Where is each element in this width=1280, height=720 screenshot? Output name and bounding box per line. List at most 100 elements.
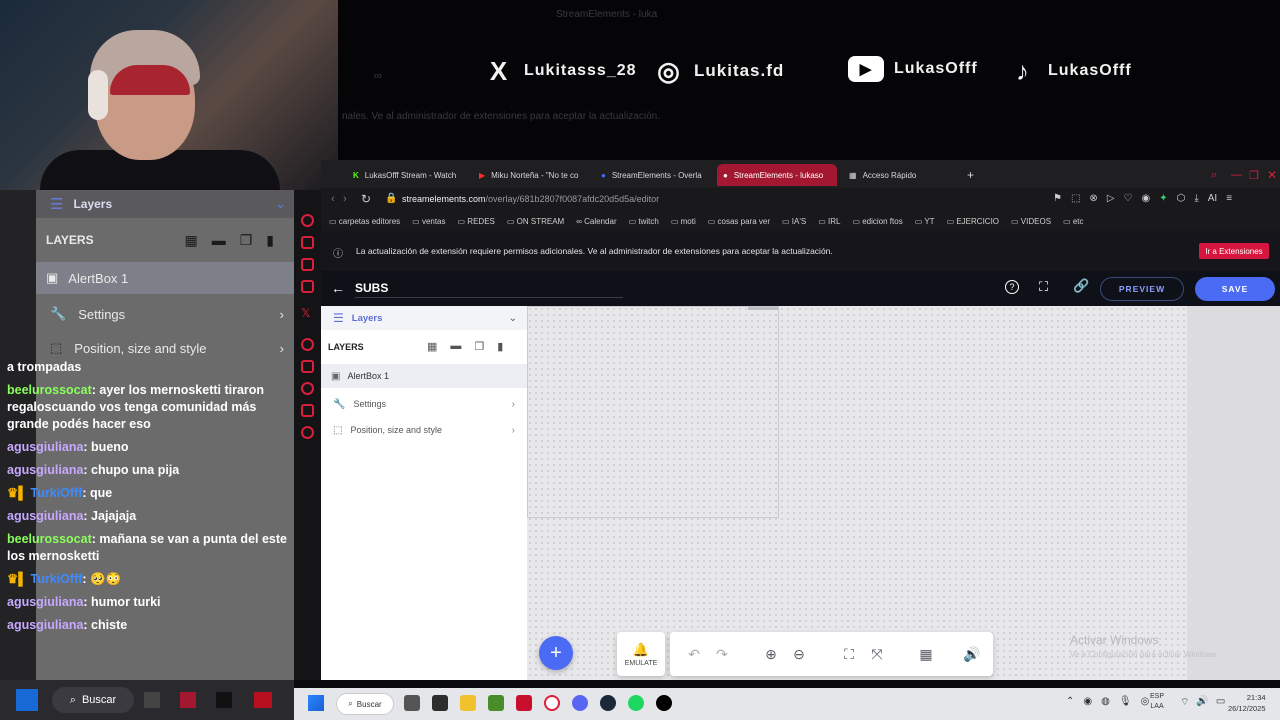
bookmark-item[interactable]: ▭ twitch bbox=[629, 217, 659, 226]
box-icon[interactable] bbox=[301, 360, 314, 373]
language-indicator[interactable]: ESP LAA bbox=[1150, 692, 1164, 712]
layers-panel-header[interactable]: ☰ Layers ⌄ bbox=[321, 306, 527, 330]
bookmark-item[interactable]: ▭ REDES bbox=[458, 217, 495, 226]
flag-icon[interactable] bbox=[301, 404, 314, 417]
tab-miku-nortena[interactable]: ▶ Miku Norteña - "No te co bbox=[473, 164, 585, 186]
star-extension-icon[interactable]: ✦ bbox=[1159, 193, 1167, 204]
overlay-title[interactable]: SUBS bbox=[355, 281, 388, 295]
alertbox-widget-frame[interactable] bbox=[527, 306, 779, 518]
play-icon[interactable] bbox=[301, 338, 314, 351]
bookmark-item[interactable]: ▭ ventas bbox=[412, 217, 445, 226]
maximize-icon[interactable]: ❐ bbox=[1243, 164, 1263, 186]
bookmark-item[interactable]: ∞ Calendar bbox=[576, 217, 616, 226]
grid-icon[interactable]: ▦ bbox=[912, 632, 940, 676]
overlay-canvas[interactable]: + 🔔 EMULATE ↶ ↷ ⊕ ⊖ ⛶ ⤧ ▦ 🔊 bbox=[527, 306, 1187, 680]
bookmark-item[interactable]: ▭ moti bbox=[671, 217, 696, 226]
steam-icon[interactable] bbox=[600, 695, 616, 711]
media-icon[interactable] bbox=[301, 280, 314, 293]
bookmark-item[interactable]: ▭ VIDEOS bbox=[1011, 217, 1051, 226]
bookmark-item[interactable]: ▭ IRL bbox=[818, 217, 840, 226]
menu-icon[interactable]: ≡ bbox=[1226, 193, 1232, 204]
folder-icon[interactable]: ▬ bbox=[450, 340, 461, 353]
undo-icon[interactable]: ↶ bbox=[680, 632, 708, 676]
fullscreen-icon[interactable]: ⛶ bbox=[835, 632, 863, 676]
tray-app-icon[interactable]: ◉ bbox=[1083, 696, 1092, 707]
microphone-icon[interactable]: 🎙 bbox=[1119, 696, 1132, 707]
clock[interactable]: 21:34 26/12/2025 bbox=[1228, 692, 1266, 714]
discord-icon[interactable] bbox=[572, 695, 588, 711]
block-icon[interactable]: ⊗ bbox=[1089, 193, 1097, 204]
opera-gx-icon[interactable] bbox=[544, 695, 560, 711]
tiktok-app-icon[interactable] bbox=[656, 695, 672, 711]
screen-settings-icon[interactable]: ⛶ bbox=[1039, 279, 1048, 295]
bookmark-item[interactable]: ▭ EJERCICIO bbox=[947, 217, 999, 226]
fit-screen-icon[interactable]: ⤧ bbox=[863, 632, 891, 676]
download-icon[interactable]: ⤓ bbox=[1194, 193, 1198, 204]
reload-icon[interactable]: ↻ bbox=[361, 192, 371, 206]
extension-dot-icon[interactable]: ◉ bbox=[1141, 193, 1150, 204]
bookmark-item[interactable]: ▭ etc bbox=[1063, 217, 1083, 226]
bookmark-item[interactable]: ▭ ON STREAM bbox=[507, 217, 564, 226]
heart-icon[interactable]: ♡ bbox=[1124, 193, 1133, 204]
file-explorer-icon[interactable] bbox=[460, 695, 476, 711]
volume-icon[interactable]: 🔊 bbox=[958, 632, 986, 676]
tab-streamelements-overlay[interactable]: ● StreamElements - Overla bbox=[595, 164, 713, 186]
tray-app-icon[interactable]: ◎ bbox=[1141, 696, 1150, 707]
gear-icon[interactable] bbox=[301, 426, 314, 439]
add-widget-icon[interactable]: ▦ bbox=[427, 340, 437, 353]
spotify-icon[interactable] bbox=[628, 695, 644, 711]
refresh-icon[interactable] bbox=[301, 214, 314, 227]
duplicate-icon[interactable]: ❐ bbox=[474, 340, 484, 353]
x-icon[interactable]: 𝕏 bbox=[301, 306, 314, 320]
extensions-puzzle-icon[interactable]: ⬡ bbox=[1177, 193, 1186, 204]
add-widget-button[interactable]: + bbox=[539, 636, 573, 670]
layer-item-alertbox[interactable]: ▣ AlertBox 1 bbox=[321, 364, 527, 388]
back-arrow-icon[interactable]: ← bbox=[331, 280, 345, 296]
play-icon[interactable]: ▷ bbox=[1107, 193, 1115, 204]
tab-lukasofff-stream[interactable]: K LukasOfff Stream - Watch bbox=[347, 164, 471, 186]
back-icon[interactable]: ‹ bbox=[331, 193, 335, 205]
bookmark-item[interactable]: ▭ cosas para ver bbox=[708, 217, 770, 226]
tray-chevron-icon[interactable]: ⌃ bbox=[1066, 696, 1074, 707]
screenshot-icon[interactable]: ⬚ bbox=[1071, 193, 1080, 204]
minimize-icon[interactable]: — bbox=[1225, 164, 1245, 186]
link-icon[interactable]: 🔗 bbox=[1073, 278, 1089, 294]
bookmark-item[interactable]: ▭ IA'S bbox=[782, 217, 806, 226]
chat-icon[interactable] bbox=[301, 258, 314, 271]
trash-icon[interactable]: ▮ bbox=[497, 340, 503, 353]
task-view-icon[interactable] bbox=[404, 695, 420, 711]
tray-status[interactable]: ⌔ 🔊 ▭ bbox=[1180, 696, 1225, 709]
zoom-in-icon[interactable]: ⊕ bbox=[757, 632, 785, 676]
tray-app-icon[interactable]: ◍ bbox=[1101, 696, 1110, 707]
bookmark-item[interactable]: ▭ carpetas editores bbox=[329, 217, 400, 226]
go-to-extensions-button[interactable]: Ir a Extensiones bbox=[1199, 243, 1269, 259]
bookmark-item[interactable]: ▭ edicion ftos bbox=[852, 217, 902, 226]
windows-start-button[interactable] bbox=[308, 695, 324, 711]
forward-icon[interactable]: › bbox=[343, 193, 347, 205]
help-icon[interactable]: ? bbox=[1005, 280, 1019, 294]
alert-icon[interactable] bbox=[301, 236, 314, 249]
new-tab-button[interactable]: + bbox=[961, 164, 981, 186]
tab-streamelements-lukasofff[interactable]: ● StreamElements - lukaso bbox=[717, 164, 837, 186]
ai-extension-icon[interactable]: AI bbox=[1208, 193, 1217, 204]
bookmark-icon[interactable]: ⚑ bbox=[1053, 193, 1062, 204]
clock-icon[interactable] bbox=[301, 382, 314, 395]
redo-icon[interactable]: ↷ bbox=[708, 632, 736, 676]
bookmark-item[interactable]: ▭ YT bbox=[915, 217, 935, 226]
save-button[interactable]: SAVE bbox=[1195, 277, 1275, 301]
app-icon[interactable] bbox=[516, 695, 532, 711]
chevron-down-icon[interactable]: ⌄ bbox=[509, 313, 517, 324]
widget-handle[interactable] bbox=[748, 307, 778, 310]
taskbar-search[interactable]: ⌕ Buscar bbox=[336, 693, 394, 715]
settings-row[interactable]: 🔧 Settings › bbox=[321, 394, 527, 414]
preview-button[interactable]: PREVIEW bbox=[1100, 277, 1184, 301]
search-icon[interactable]: ⌕ bbox=[1205, 164, 1225, 186]
capcut-icon[interactable] bbox=[432, 695, 448, 711]
tab-acceso-rapido[interactable]: ▦ Acceso Rápido bbox=[843, 164, 943, 186]
minecraft-icon[interactable] bbox=[488, 695, 504, 711]
close-icon[interactable]: ✕ bbox=[1261, 164, 1280, 186]
zoom-out-icon[interactable]: ⊖ bbox=[785, 632, 813, 676]
emulate-button[interactable]: 🔔 EMULATE bbox=[617, 632, 665, 676]
url-input[interactable]: streamelements.com/overlay/681b2807f0087… bbox=[402, 194, 659, 204]
position-row[interactable]: ⬚ Position, size and style › bbox=[321, 420, 527, 440]
